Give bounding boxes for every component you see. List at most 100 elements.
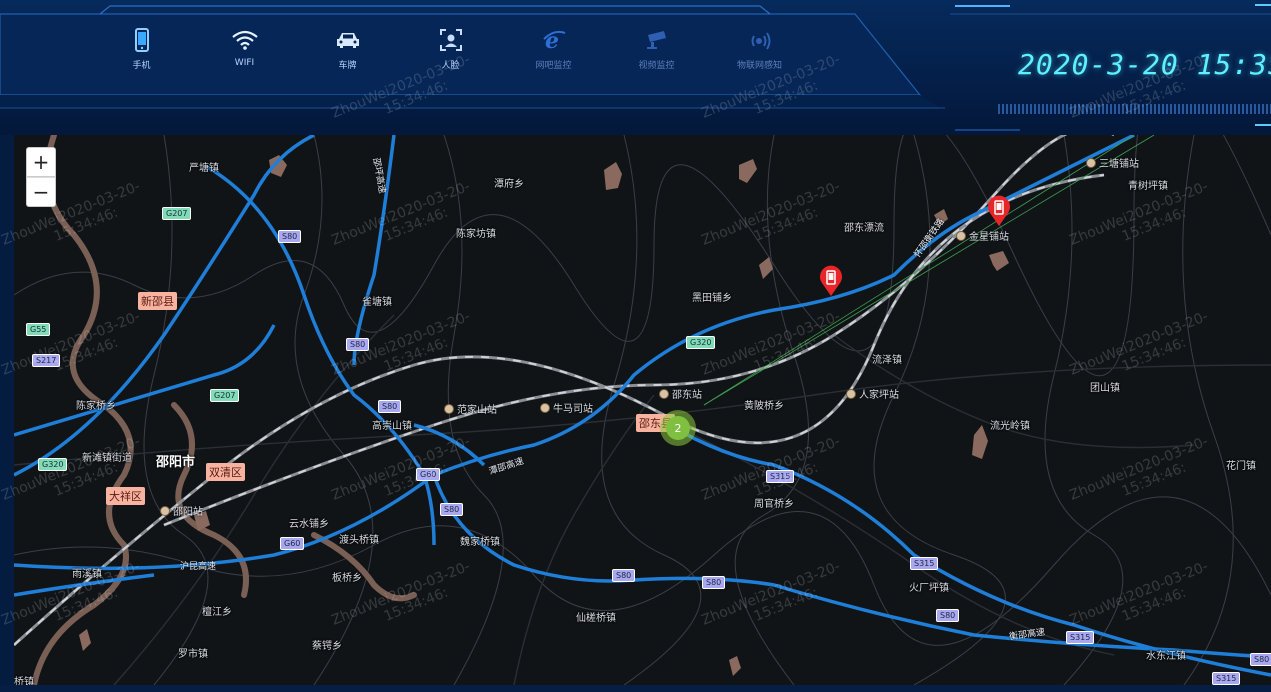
place-label: 邵东漂流: [844, 223, 884, 234]
road-shield: S315: [910, 557, 939, 570]
nav-label-plate: 车牌: [338, 61, 357, 71]
road-shield: S80: [346, 338, 370, 351]
place-label: 高崇山镇: [372, 421, 412, 432]
station-icon: [846, 388, 856, 399]
nav-item-face[interactable]: 人脸: [399, 26, 502, 76]
wifi-icon: [231, 26, 259, 54]
nav-item-iot[interactable]: 物联网感知: [708, 26, 811, 76]
district-label: 大祥区: [106, 487, 145, 505]
nav-item-netbar[interactable]: e 网吧监控: [502, 26, 605, 76]
road-shield: S80: [278, 230, 302, 243]
place-label: 罗市镇: [178, 649, 208, 660]
road-shield: G60: [280, 537, 305, 550]
place-label: 云水铺乡: [289, 519, 329, 530]
place-label: 雨溪镇: [72, 569, 102, 580]
nav-item-phone[interactable]: 手机: [90, 26, 193, 76]
phone-location-marker[interactable]: [818, 265, 844, 297]
top-nav: 手机 WIFI 车牌 人脸 e 网吧监控 视频监控 物联网感知: [90, 26, 811, 76]
nav-label-netbar: 网吧监控: [535, 61, 572, 71]
road-shield: G207: [210, 389, 240, 402]
nav-label-wifi: WIFI: [234, 58, 255, 68]
ie-browser-icon: e: [540, 26, 568, 54]
place-label: 青树坪镇: [1128, 181, 1168, 192]
station-icon: [956, 230, 966, 241]
car-icon: [334, 26, 362, 54]
place-label: 火厂坪镇: [909, 583, 949, 594]
nav-item-video[interactable]: 视频监控: [605, 26, 708, 76]
station-label: 邵阳站: [160, 503, 203, 518]
cluster-count: 2: [666, 416, 690, 440]
station-name: 邵阳站: [173, 507, 203, 518]
station-label: 范家山站: [444, 401, 497, 416]
zoom-in-button[interactable]: +: [26, 147, 56, 177]
station-name: 人家坪站: [859, 390, 899, 401]
camera-icon: [643, 26, 671, 54]
road-name-label: 沪昆高速: [180, 562, 217, 572]
header: 手机 WIFI 车牌 人脸 e 网吧监控 视频监控 物联网感知 2020-3-2…: [0, 0, 1271, 135]
face-icon: [437, 26, 465, 54]
nav-label-phone: 手机: [132, 61, 151, 71]
place-label: 魏家桥镇: [460, 537, 500, 548]
nav-label-face: 人脸: [441, 61, 460, 71]
station-name: 金星铺站: [969, 232, 1009, 243]
place-label: 水东江镇: [1146, 651, 1186, 662]
station-icon: [444, 403, 454, 414]
datetime-display: 2020-3-20 15:35:45: [1018, 48, 1271, 81]
road-shield: S217: [32, 354, 61, 367]
station-name: 三塘铺站: [1099, 159, 1139, 170]
station-label: 邵东站: [659, 386, 702, 401]
station-label: 牛马司站: [540, 400, 593, 415]
road-shield: S315: [1066, 631, 1095, 644]
road-shield: G207: [162, 207, 192, 220]
place-label: 陈家坊镇: [456, 229, 496, 240]
place-label: 黑田铺乡: [692, 293, 732, 304]
left-panel-strip: [0, 135, 14, 692]
city-label: 邵阳市: [156, 455, 196, 470]
road-shield: G60: [416, 468, 441, 481]
road-shield: S80: [612, 569, 636, 582]
road-shield: G55: [26, 323, 51, 336]
phone-location-marker[interactable]: [986, 195, 1012, 227]
place-label: 潭府乡: [494, 179, 524, 190]
road-shield: S315: [766, 470, 795, 483]
zoom-out-button[interactable]: −: [26, 177, 56, 207]
district-label: 新邵县: [138, 292, 177, 310]
place-label: 流光岭镇: [990, 421, 1030, 432]
station-name: 范家山站: [457, 405, 497, 416]
district-label: 双清区: [206, 463, 245, 481]
station-icon: [1086, 157, 1096, 168]
station-label: 三塘铺站: [1086, 155, 1139, 170]
bottom-border: [0, 685, 1271, 692]
place-label: 雀塘镇: [362, 297, 392, 308]
place-label: 蔡锷乡: [312, 641, 342, 652]
place-label: 檀江乡: [202, 607, 232, 618]
place-label: 桥镇: [14, 677, 34, 685]
nav-item-wifi[interactable]: WIFI: [193, 26, 296, 76]
place-label: 新滩镇街道: [82, 453, 132, 464]
road-shield: S80: [702, 576, 726, 589]
map-view[interactable]: 严塘镇 潭府乡 陈家坊镇 雀塘镇 黑田铺乡 三塘铺站 青树坪镇 邵东漂流 金星铺…: [14, 135, 1271, 685]
road-shield: S315: [1212, 672, 1241, 685]
station-icon: [540, 402, 550, 413]
road-shield: G320: [38, 458, 68, 471]
place-label: 严塘镇: [189, 163, 219, 174]
place-label: 周官桥乡: [754, 499, 794, 510]
place-label: 板桥乡: [332, 573, 362, 584]
tick-bar-decoration: [998, 104, 1271, 114]
place-label: 黄陂桥乡: [744, 401, 784, 412]
place-label: 仙槎桥镇: [576, 613, 616, 624]
place-label: 陈家桥乡: [76, 401, 116, 412]
road-shield: S80: [936, 609, 960, 622]
station-label: 金星铺站: [956, 228, 1009, 243]
station-name: 牛马司站: [553, 404, 593, 415]
road-shield: S80: [440, 503, 464, 516]
iot-signal-icon: [746, 26, 774, 54]
road-shield: S80: [1250, 653, 1271, 666]
station-label: 人家坪站: [846, 386, 899, 401]
phone-icon: [128, 26, 156, 54]
station-icon: [160, 505, 170, 516]
marker-cluster[interactable]: 2: [660, 410, 696, 446]
station-icon: [659, 388, 669, 399]
nav-item-plate[interactable]: 车牌: [296, 26, 399, 76]
app-root: 手机 WIFI 车牌 人脸 e 网吧监控 视频监控 物联网感知 2020-3-2…: [0, 0, 1271, 692]
